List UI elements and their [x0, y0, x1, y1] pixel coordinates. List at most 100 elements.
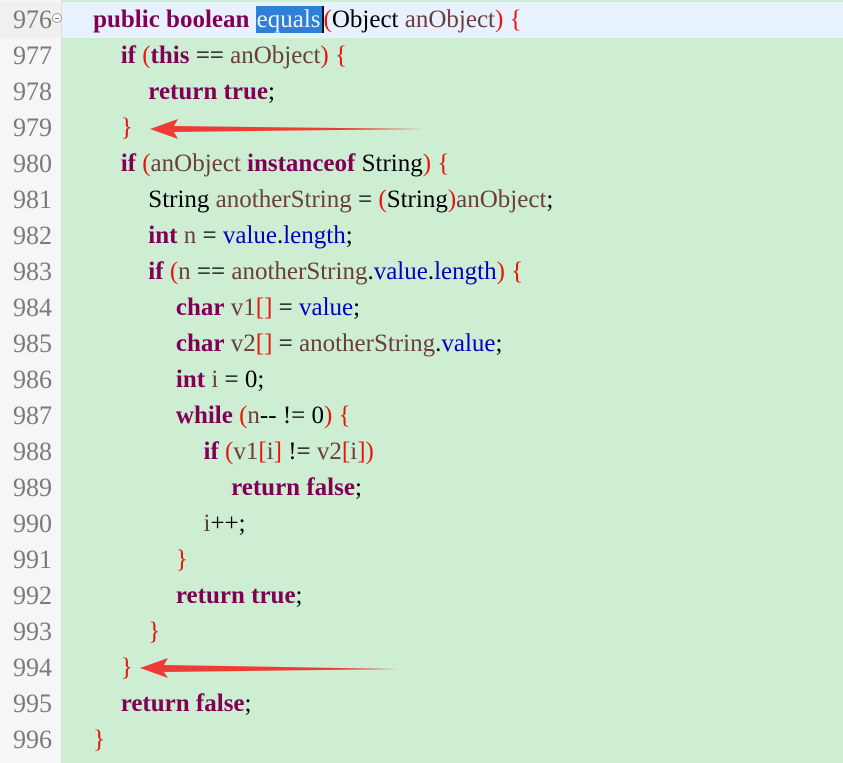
selected-text: equals — [255, 6, 324, 33]
code-token: == — [190, 258, 232, 285]
code-token: } — [93, 726, 106, 753]
code-token: length — [434, 258, 497, 285]
code-token: ( — [378, 186, 387, 213]
code-token: v2 — [230, 330, 256, 357]
code-line[interactable]: i++; — [62, 506, 843, 542]
code-token: ) — [496, 258, 505, 285]
code-line[interactable]: String anotherString = (String)anObject; — [62, 182, 843, 218]
code-token: true — [251, 582, 296, 609]
code-token: char — [175, 294, 225, 321]
code-token: } — [175, 546, 188, 573]
line-number: 996 — [13, 725, 52, 754]
line-number: 992 — [13, 581, 52, 610]
code-token: = — [272, 330, 300, 357]
code-line[interactable]: if (this == anObject) { — [62, 38, 843, 74]
code-token: } — [120, 654, 133, 681]
line-number: 985 — [13, 329, 52, 358]
code-token: anObject — [230, 42, 321, 69]
code-line[interactable]: if (anObject instanceof String) { — [62, 146, 843, 182]
code-token: false — [306, 474, 355, 501]
code-token: { — [334, 42, 347, 69]
code-token: n — [183, 222, 197, 249]
code-line[interactable]: } — [62, 542, 843, 578]
code-token: ; — [354, 474, 362, 501]
code-token: public — [93, 6, 160, 33]
code-token: = — [196, 222, 223, 249]
code-token: { — [509, 6, 522, 33]
code-token: anotherString — [231, 258, 368, 285]
code-token: n — [178, 258, 191, 285]
code-token: [ — [258, 438, 267, 465]
code-token: n — [247, 402, 260, 429]
line-number: 991 — [13, 545, 52, 574]
code-token: anotherString — [215, 186, 352, 213]
line-number: 980 — [13, 149, 52, 178]
code-line[interactable]: public boolean equals (Object anObject) { — [62, 2, 843, 38]
code-line[interactable]: return true; — [62, 578, 843, 614]
code-token: if — [203, 438, 219, 465]
line-number: 984 — [13, 293, 52, 322]
code-token: if — [120, 42, 136, 69]
code-token: v1 — [233, 438, 259, 465]
code-token: ( — [169, 258, 179, 285]
code-token: v2 — [316, 438, 342, 465]
line-number: 982 — [13, 221, 52, 250]
code-token: anObject — [456, 186, 547, 213]
code-token: ; — [495, 330, 503, 357]
code-line[interactable]: return true; — [62, 74, 843, 110]
code-token: = 0; — [218, 366, 265, 393]
code-token: == — [189, 42, 231, 69]
code-token: = — [272, 294, 300, 321]
code-token: -- != 0 — [259, 402, 324, 429]
code-token: char — [175, 330, 225, 357]
code-token: value — [441, 330, 496, 357]
line-number: 993 — [13, 617, 52, 646]
code-token: return — [175, 582, 245, 609]
code-token: i — [266, 438, 274, 465]
code-token: ( — [323, 6, 332, 33]
code-token: anObject — [150, 150, 241, 177]
code-line[interactable]: } — [62, 722, 843, 758]
code-token: ) — [365, 438, 374, 465]
code-line[interactable]: char v1[] = value; — [62, 290, 843, 326]
code-token: return — [148, 78, 218, 105]
line-number: 989 — [13, 473, 52, 502]
code-token: ; — [267, 78, 275, 105]
code-line[interactable]: } — [62, 650, 843, 686]
line-number: 981 — [13, 185, 52, 214]
code-line[interactable]: return false; — [62, 686, 843, 722]
code-line[interactable]: int n = value.length; — [62, 218, 843, 254]
line-number: 995 — [13, 689, 52, 718]
code-token: [] — [255, 330, 273, 357]
code-token: String — [361, 150, 423, 177]
line-number: 987 — [13, 401, 52, 430]
code-token: ( — [142, 42, 151, 69]
code-token: ; — [546, 186, 554, 213]
code-token: ; — [345, 222, 353, 249]
line-number: 988 — [13, 437, 52, 466]
code-line[interactable]: while (n-- != 0) { — [62, 398, 843, 434]
code-token: anObject — [404, 6, 495, 33]
line-number: 986 — [13, 365, 52, 394]
line-number: 990 — [13, 509, 52, 538]
code-token: instanceof — [247, 150, 356, 177]
code-token: = — [351, 186, 379, 213]
code-line[interactable]: } — [62, 614, 843, 650]
code-token: } — [120, 114, 133, 141]
code-token: ] — [273, 438, 282, 465]
code-token: while — [175, 402, 233, 429]
code-line[interactable]: if (v1[i] != v2[i]) — [62, 434, 843, 470]
code-token: ) — [320, 42, 329, 69]
code-line[interactable]: if (n == anotherString.value.length) { — [62, 254, 843, 290]
fold-collapse-icon[interactable] — [52, 13, 62, 23]
code-token: this — [150, 42, 190, 69]
code-editor[interactable]: 976 977 978 979 980 981 982 983 984 985 986 987 988 9… — [0, 0, 843, 763]
line-number: 978 — [13, 77, 52, 106]
line-number-gutter: 976 977 978 979 980 981 982 983 984 985 986 987 988 9… — [0, 0, 62, 763]
code-line[interactable]: int i = 0; — [62, 362, 843, 398]
code-line[interactable]: } — [62, 110, 843, 146]
code-line[interactable]: return false; — [62, 470, 843, 506]
code-line[interactable]: char v2[] = anotherString.value; — [62, 326, 843, 362]
code-token: int — [175, 366, 206, 393]
